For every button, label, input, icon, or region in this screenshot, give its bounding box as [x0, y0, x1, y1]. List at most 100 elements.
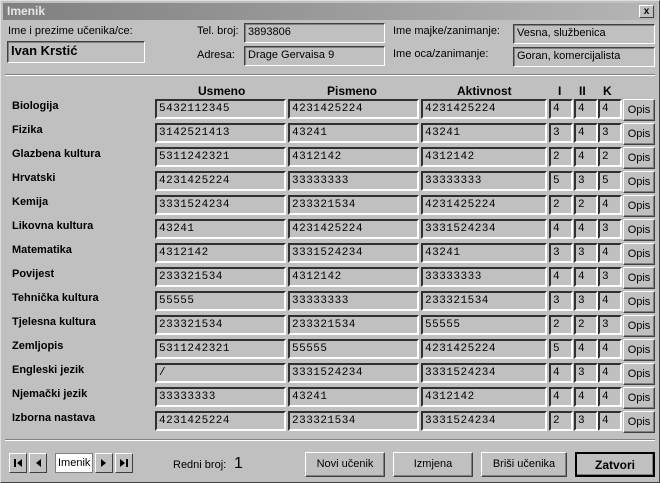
address-field[interactable]: Drage Gervaisa 9: [244, 46, 385, 66]
usmeno-field[interactable]: 4312142: [155, 243, 286, 263]
usmeno-field[interactable]: 5432112345: [155, 99, 286, 119]
grade-i-field[interactable]: 4: [549, 267, 573, 287]
usmeno-field[interactable]: 233321534: [155, 315, 286, 335]
grade-i-field[interactable]: 3: [549, 291, 573, 311]
grade-k-field[interactable]: 4: [598, 291, 622, 311]
grade-k-field[interactable]: 2: [598, 147, 622, 167]
aktivnost-field[interactable]: 4231425224: [421, 195, 547, 215]
grade-k-field[interactable]: 4: [598, 363, 622, 383]
grade-k-field[interactable]: 4: [598, 387, 622, 407]
pismeno-field[interactable]: 4312142: [288, 267, 419, 287]
opis-button[interactable]: Opis: [623, 411, 655, 433]
grade-i-field[interactable]: 3: [549, 123, 573, 143]
usmeno-field[interactable]: 33333333: [155, 387, 286, 407]
aktivnost-field[interactable]: 3331524234: [421, 411, 547, 431]
aktivnost-field[interactable]: 55555: [421, 315, 547, 335]
grade-i-field[interactable]: 4: [549, 387, 573, 407]
grade-k-field[interactable]: 3: [598, 219, 622, 239]
aktivnost-field[interactable]: 3331524234: [421, 219, 547, 239]
grade-ii-field[interactable]: 2: [574, 195, 598, 215]
pismeno-field[interactable]: 4312142: [288, 147, 419, 167]
grade-i-field[interactable]: 3: [549, 243, 573, 263]
aktivnost-field[interactable]: 4312142: [421, 147, 547, 167]
grade-ii-field[interactable]: 2: [574, 315, 598, 335]
edit-button[interactable]: Izmjena: [393, 452, 473, 477]
grade-i-field[interactable]: 2: [549, 411, 573, 431]
opis-button[interactable]: Opis: [623, 171, 655, 193]
opis-button[interactable]: Opis: [623, 267, 655, 289]
pismeno-field[interactable]: 233321534: [288, 411, 419, 431]
new-student-button[interactable]: Novi učenik: [305, 452, 385, 477]
grade-ii-field[interactable]: 3: [574, 411, 598, 431]
pismeno-field[interactable]: 43241: [288, 387, 419, 407]
grade-ii-field[interactable]: 4: [574, 219, 598, 239]
usmeno-field[interactable]: 4231425224: [155, 411, 286, 431]
pismeno-field[interactable]: 233321534: [288, 315, 419, 335]
usmeno-field[interactable]: 233321534: [155, 267, 286, 287]
usmeno-field[interactable]: 3142521413: [155, 123, 286, 143]
usmeno-field[interactable]: /: [155, 363, 286, 383]
pismeno-field[interactable]: 43241: [288, 123, 419, 143]
grade-ii-field[interactable]: 3: [574, 243, 598, 263]
grade-ii-field[interactable]: 3: [574, 171, 598, 191]
usmeno-field[interactable]: 43241: [155, 219, 286, 239]
grade-ii-field[interactable]: 4: [574, 147, 598, 167]
opis-button[interactable]: Opis: [623, 315, 655, 337]
grade-i-field[interactable]: 2: [549, 147, 573, 167]
opis-button[interactable]: Opis: [623, 195, 655, 217]
grade-i-field[interactable]: 5: [549, 339, 573, 359]
grade-ii-field[interactable]: 4: [574, 339, 598, 359]
grade-ii-field[interactable]: 4: [574, 267, 598, 287]
grade-i-field[interactable]: 2: [549, 195, 573, 215]
aktivnost-field[interactable]: 4312142: [421, 387, 547, 407]
grade-ii-field[interactable]: 4: [574, 387, 598, 407]
aktivnost-field[interactable]: 43241: [421, 123, 547, 143]
phone-field[interactable]: 3893806: [244, 23, 385, 43]
pismeno-field[interactable]: 33333333: [288, 291, 419, 311]
pismeno-field[interactable]: 33333333: [288, 171, 419, 191]
pismeno-field[interactable]: 233321534: [288, 195, 419, 215]
usmeno-field[interactable]: 3331524234: [155, 195, 286, 215]
aktivnost-field[interactable]: 33333333: [421, 171, 547, 191]
pismeno-field[interactable]: 4231425224: [288, 219, 419, 239]
aktivnost-field[interactable]: 33333333: [421, 267, 547, 287]
pismeno-field[interactable]: 3331524234: [288, 363, 419, 383]
pismeno-field[interactable]: 3331524234: [288, 243, 419, 263]
aktivnost-field[interactable]: 3331524234: [421, 363, 547, 383]
aktivnost-field[interactable]: 4231425224: [421, 339, 547, 359]
grade-k-field[interactable]: 4: [598, 243, 622, 263]
mother-field[interactable]: Vesna, službenica: [513, 24, 655, 44]
opis-button[interactable]: Opis: [623, 99, 655, 121]
opis-button[interactable]: Opis: [623, 291, 655, 313]
opis-button[interactable]: Opis: [623, 123, 655, 145]
grade-ii-field[interactable]: 3: [574, 363, 598, 383]
grade-i-field[interactable]: 4: [549, 219, 573, 239]
grade-k-field[interactable]: 4: [598, 195, 622, 215]
opis-button[interactable]: Opis: [623, 387, 655, 409]
grade-k-field[interactable]: 3: [598, 123, 622, 143]
grade-i-field[interactable]: 5: [549, 171, 573, 191]
grade-ii-field[interactable]: 4: [574, 99, 598, 119]
usmeno-field[interactable]: 5311242321: [155, 339, 286, 359]
grade-k-field[interactable]: 5: [598, 171, 622, 191]
pismeno-field[interactable]: 55555: [288, 339, 419, 359]
grade-k-field[interactable]: 3: [598, 315, 622, 335]
student-name-field[interactable]: Ivan Krstić: [7, 41, 145, 63]
aktivnost-field[interactable]: 43241: [421, 243, 547, 263]
close-window-button[interactable]: Zatvori: [575, 452, 655, 477]
delete-student-button[interactable]: Briši učenika: [481, 452, 567, 477]
usmeno-field[interactable]: 4231425224: [155, 171, 286, 191]
next-record-button[interactable]: [95, 453, 113, 473]
grade-i-field[interactable]: 4: [549, 99, 573, 119]
opis-button[interactable]: Opis: [623, 219, 655, 241]
close-button[interactable]: x: [639, 5, 654, 18]
opis-button[interactable]: Opis: [623, 243, 655, 265]
grade-ii-field[interactable]: 4: [574, 123, 598, 143]
grade-ii-field[interactable]: 3: [574, 291, 598, 311]
aktivnost-field[interactable]: 233321534: [421, 291, 547, 311]
opis-button[interactable]: Opis: [623, 147, 655, 169]
father-field[interactable]: Goran, komercijalista: [513, 47, 655, 67]
aktivnost-field[interactable]: 4231425224: [421, 99, 547, 119]
grade-k-field[interactable]: 4: [598, 411, 622, 431]
grade-k-field[interactable]: 3: [598, 267, 622, 287]
